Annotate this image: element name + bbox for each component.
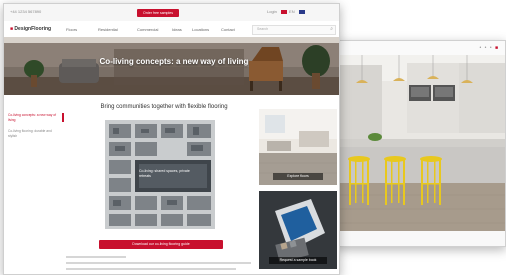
sidebar-nav: Co-living concepts: a new way of living … (8, 109, 64, 154)
logo-mark: ■ (10, 26, 14, 32)
hero-title: Co-living concepts: a new way of living (99, 57, 249, 66)
logo-text: DesignFlooring (14, 26, 52, 32)
sidebar-item[interactable]: Co-living flooring: durable and stylish (8, 129, 60, 138)
text-line (66, 256, 126, 258)
main-navigation: ■ DesignFlooring Floors Residential Comm… (4, 21, 339, 38)
text-line (66, 268, 236, 270)
kitchen-photo (337, 55, 505, 231)
foreground-browser-window: +44 1234 567890 Order free samples Login… (3, 3, 340, 275)
card-label: Explore floors (273, 173, 323, 180)
section-heading: Bring communities together with flexible… (100, 104, 228, 110)
nav-item-ideas[interactable]: Ideas (172, 27, 182, 32)
brand-logo[interactable]: ■ DesignFlooring (10, 26, 51, 32)
background-window-header: • • • ■ (337, 41, 505, 56)
phone-number[interactable]: +44 1234 567890 (10, 9, 41, 14)
body-text-lines (66, 256, 256, 274)
search-placeholder: Search (257, 27, 269, 31)
search-box[interactable]: Search ⌕ (252, 25, 336, 35)
nav-item-residential[interactable]: Residential (98, 27, 118, 32)
promo-card-floors[interactable]: Explore floors (259, 109, 337, 185)
background-window-footer (337, 231, 505, 246)
utility-links: Login EN (267, 9, 306, 14)
promo-card-samples[interactable]: Request a sample book (259, 191, 337, 269)
order-samples-button[interactable]: Order free samples (137, 9, 179, 17)
nav-item-contact[interactable]: Contact (221, 27, 235, 32)
sidebar-item-active[interactable]: Co-living concepts: a new way of living (8, 113, 64, 122)
text-line (66, 262, 251, 264)
card-label: Request a sample book (269, 257, 327, 264)
download-guide-button[interactable]: Download our co-living flooring guide (99, 240, 223, 249)
flag-icon[interactable] (280, 9, 287, 14)
utility-bar: +44 1234 567890 Order free samples Login… (4, 4, 339, 22)
background-window-nav: • • • ■ (479, 45, 499, 51)
language-select[interactable]: EN (289, 9, 295, 14)
background-browser-window: • • • ■ (336, 40, 506, 247)
nav-item-commercial[interactable]: Commercial (137, 27, 158, 32)
infographic-caption: Co-living: shared spaces, private retrea… (139, 169, 190, 178)
flag-icon[interactable] (298, 9, 305, 14)
login-link[interactable]: Login (267, 9, 277, 14)
search-icon[interactable]: ⌕ (330, 26, 333, 32)
nav-item-locations[interactable]: Locations (192, 27, 209, 32)
hero-banner: Co-living concepts: a new way of living (4, 37, 339, 95)
nav-item-floors[interactable]: Floors (66, 27, 77, 32)
